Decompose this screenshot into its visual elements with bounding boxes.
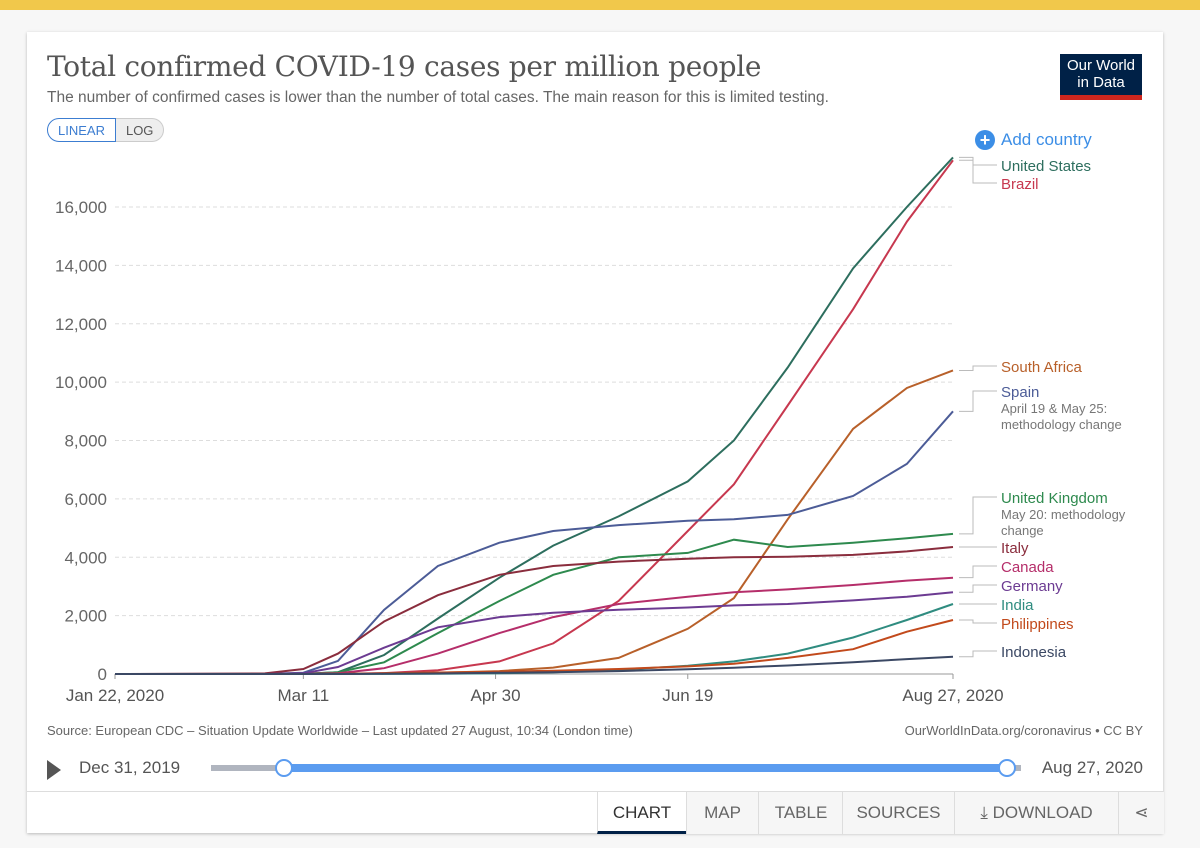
legend-label: Canada — [1001, 559, 1054, 576]
legend-note: April 19 & May 25: — [1001, 401, 1107, 416]
y-tick-label: 6,000 — [64, 490, 107, 509]
play-icon[interactable] — [47, 760, 61, 780]
y-tick-label: 10,000 — [55, 373, 107, 392]
legend-connector — [959, 584, 997, 593]
tab-download[interactable]: ⤓ DOWNLOAD — [954, 792, 1118, 834]
legend-note: May 20: methodology — [1001, 507, 1126, 522]
download-label: DOWNLOAD — [992, 803, 1093, 822]
legend-connector — [959, 159, 997, 184]
series-line-germany — [115, 591, 954, 675]
timeline: Dec 31, 2019 Aug 27, 2020 — [47, 756, 1143, 782]
download-icon: ⤓ — [980, 803, 993, 822]
legend-connector — [959, 650, 997, 658]
tab-sources[interactable]: SOURCES — [842, 792, 954, 834]
y-tick-label: 14,000 — [55, 256, 107, 275]
legend-label: Spain — [1001, 384, 1039, 401]
x-tick-label: Mar 11 — [278, 686, 330, 705]
series-line-united-states — [115, 156, 954, 675]
y-tick-label: 0 — [98, 665, 107, 684]
y-tick-label: 4,000 — [64, 548, 107, 567]
y-tick-label: 8,000 — [64, 432, 107, 451]
legend-label: Germany — [1001, 578, 1063, 595]
timeline-end-label: Aug 27, 2020 — [1041, 758, 1143, 777]
series-line-indonesia — [115, 655, 954, 675]
legend-connector — [959, 619, 997, 624]
chart-card: Total confirmed COVID-19 cases per milli… — [27, 32, 1164, 834]
tab-table[interactable]: TABLE — [758, 792, 843, 834]
share-icon: ⋖ — [1134, 803, 1149, 822]
share-button[interactable]: ⋖ — [1118, 792, 1164, 834]
x-tick-label: Jun 19 — [662, 686, 713, 705]
x-tick-label: Aug 27, 2020 — [902, 686, 1003, 705]
y-tick-label: 2,000 — [64, 607, 107, 626]
series-line-brazil — [115, 159, 954, 675]
legend-label: Italy — [1001, 540, 1029, 557]
legend-label: India — [1001, 597, 1034, 614]
x-tick-label: Apr 30 — [471, 686, 521, 705]
source-note: Source: European CDC – Situation Update … — [47, 723, 633, 738]
y-tick-label: 16,000 — [55, 198, 107, 217]
legend-connector — [959, 365, 997, 371]
legend-label: United Kingdom — [1001, 490, 1108, 507]
series-line-canada — [115, 576, 954, 675]
legend-connector — [959, 496, 997, 535]
legend-label: Brazil — [1001, 176, 1039, 193]
credit-link[interactable]: OurWorldInData.org/coronavirus • CC BY — [905, 723, 1143, 738]
series-line-south-africa — [115, 369, 954, 675]
legend-label: South Africa — [1001, 359, 1083, 376]
timeline-selected-range — [285, 764, 1007, 772]
legend-connector — [959, 565, 997, 579]
x-tick-label: Jan 22, 2020 — [66, 686, 164, 705]
y-tick-label: 12,000 — [55, 315, 107, 334]
timeline-start-label: Dec 31, 2019 — [79, 758, 181, 777]
legend-connector — [959, 156, 997, 166]
timeline-end-handle[interactable] — [998, 759, 1016, 777]
series-line-philippines — [115, 619, 954, 675]
legend-note: change — [1001, 523, 1044, 538]
series-line-italy — [114, 546, 954, 675]
tab-bar: CHART MAP TABLE SOURCES ⤓ DOWNLOAD ⋖ — [27, 791, 1164, 834]
legend-label: United States — [1001, 158, 1091, 175]
series-line-spain — [114, 410, 954, 675]
legend-label: Indonesia — [1001, 644, 1067, 661]
legend-note: methodology change — [1001, 417, 1122, 432]
legend-label: Philippines — [1001, 616, 1074, 633]
tab-map[interactable]: MAP — [686, 792, 758, 834]
legend-connector — [959, 390, 997, 412]
line-chart: 0 2,000 4,000 6,000 8,000 10,000 12,000 14,000 1… — [55, 156, 1126, 705]
timeline-start-handle[interactable] — [275, 759, 293, 777]
top-accent-bar — [0, 0, 1200, 10]
tab-chart[interactable]: CHART — [597, 792, 686, 834]
